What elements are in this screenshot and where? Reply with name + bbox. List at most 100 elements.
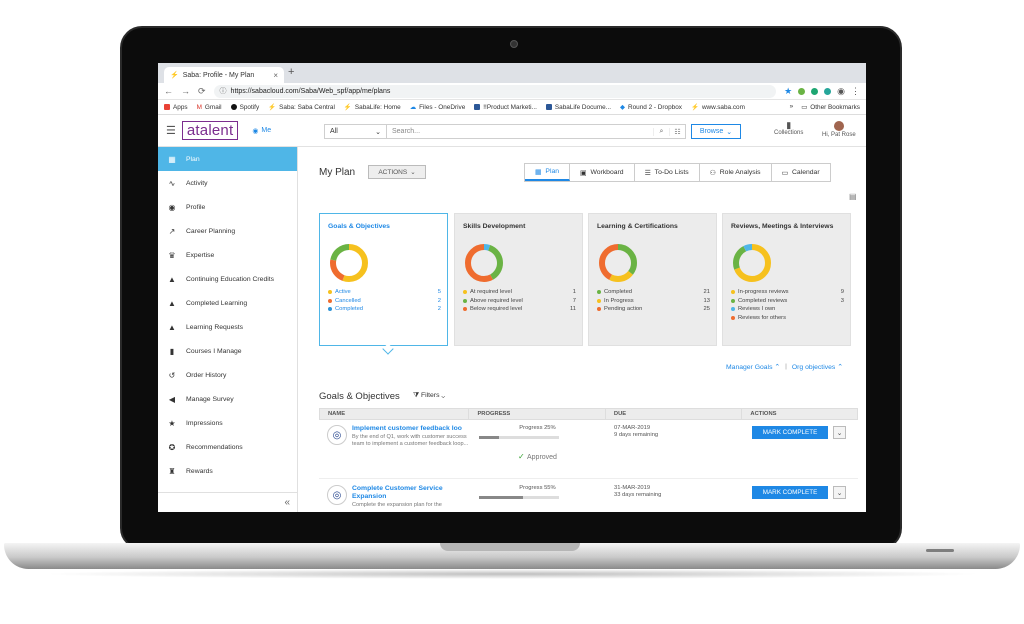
- card-title: Learning & Certifications: [597, 223, 678, 230]
- bookmark-saba-com[interactable]: ⚡ www.saba.com: [691, 103, 745, 112]
- bookmark-gmail[interactable]: M Gmail: [197, 104, 222, 111]
- search-scope-select[interactable]: All ⌄: [325, 125, 387, 138]
- back-icon[interactable]: ←: [164, 86, 173, 96]
- legend-row[interactable]: In Progress 13: [597, 297, 710, 306]
- sidebar-item-activity[interactable]: ∿ Activity: [158, 171, 297, 195]
- bookmark-sabalife-home[interactable]: ⚡ SabaLife: Home: [344, 103, 401, 112]
- legend-row[interactable]: Completed reviews 3: [731, 297, 844, 306]
- more-actions-dropdown[interactable]: ⌄: [833, 486, 846, 499]
- bookmark-apps[interactable]: Apps: [164, 104, 188, 111]
- reload-icon[interactable]: ⟳: [198, 86, 206, 97]
- sidebar-item-manage-survey[interactable]: ◀ Manage Survey: [158, 387, 297, 411]
- org-objectives-link[interactable]: Org objectives ⌃: [792, 363, 843, 371]
- manager-goals-link[interactable]: Manager Goals ⌃: [726, 363, 780, 371]
- bookmark-saba-central[interactable]: ⚡ Saba: Saba Central: [268, 103, 335, 112]
- column-header-due[interactable]: DUE: [606, 409, 743, 419]
- legend-row[interactable]: Completed 21: [597, 288, 710, 297]
- legend-row[interactable]: Reviews for others: [731, 314, 844, 323]
- bookmark-sabalife-docs[interactable]: SabaLife Docume...: [545, 104, 611, 111]
- goal-title-link[interactable]: Complete Customer Service Expansion: [352, 485, 469, 501]
- collections-button[interactable]: ▮ Collections: [774, 121, 803, 137]
- legend-row[interactable]: At required level 1: [463, 288, 576, 297]
- legend-row[interactable]: Cancelled 2: [328, 297, 441, 306]
- bookmark-product-marketing[interactable]: !!Product Marketi...: [474, 104, 537, 111]
- bookmark-onedrive[interactable]: ☁ Files - OneDrive: [410, 103, 466, 112]
- legend-row[interactable]: Above required level 7: [463, 297, 576, 306]
- legend-row[interactable]: Active 5: [328, 288, 441, 297]
- sidebar-item-order-history[interactable]: ↺ Order History: [158, 363, 297, 387]
- bookmark-spotify[interactable]: Spotify: [230, 104, 259, 111]
- atalent-logo[interactable]: atalent: [181, 121, 239, 140]
- mark-complete-button[interactable]: MARK COMPLETE: [752, 486, 828, 499]
- sidebar-item-profile[interactable]: ◉ Profile: [158, 195, 297, 219]
- new-tab-icon[interactable]: +: [288, 66, 294, 78]
- trending-up-icon: ↗: [168, 226, 176, 236]
- more-bookmarks-icon[interactable]: »: [790, 103, 794, 111]
- browse-button[interactable]: Browse ⌄: [691, 124, 741, 139]
- close-tab-icon[interactable]: ×: [273, 71, 278, 80]
- column-header-progress[interactable]: PROGRESS: [469, 409, 606, 419]
- summary-card[interactable]: Learning & Certifications Completed 21 In P…: [588, 213, 717, 346]
- sidebar-item-impressions[interactable]: ★ Impressions: [158, 411, 297, 435]
- legend-row[interactable]: Completed 2: [328, 305, 441, 314]
- legend-row[interactable]: Pending action 25: [597, 305, 710, 314]
- search-input[interactable]: Search...: [387, 128, 653, 135]
- extension-icon[interactable]: [811, 87, 819, 95]
- user-menu[interactable]: Hi, Pat Rose: [822, 121, 856, 139]
- summary-card[interactable]: Skills Development At required level 1 Abov…: [454, 213, 583, 346]
- legend-label: In Progress: [604, 297, 634, 304]
- sidebar-item-label: Rewards: [186, 467, 213, 475]
- advanced-search-icon[interactable]: ☷: [669, 127, 685, 136]
- collapse-sidebar-icon[interactable]: «: [158, 492, 298, 512]
- chevron-down-icon: ⌄: [410, 169, 416, 176]
- browser-tab[interactable]: ⚡ Saba: Profile - My Plan ×: [164, 67, 284, 83]
- sidebar-item-courses-i-manage[interactable]: ▮ Courses I Manage: [158, 339, 297, 363]
- column-header-name[interactable]: NAME: [320, 409, 470, 419]
- extension-icon[interactable]: [798, 87, 806, 95]
- legend-label: Cancelled: [335, 297, 361, 304]
- me-link[interactable]: ◉ Me: [252, 127, 271, 135]
- legend-dot: [463, 307, 467, 312]
- profile-icon[interactable]: ◉: [837, 86, 845, 97]
- search-icon[interactable]: ⌕: [653, 127, 669, 136]
- hamburger-icon[interactable]: ☰: [166, 124, 176, 137]
- sidebar-item-career-planning[interactable]: ↗ Career Planning: [158, 219, 297, 243]
- summary-card[interactable]: Reviews, Meetings & Interviews In-progres…: [722, 213, 851, 346]
- url-field[interactable]: ⓘ https://sabacloud.com/Saba/Web_spf/app…: [213, 84, 777, 98]
- tab-to-do-lists[interactable]: ☰ To-Do Lists: [635, 164, 700, 181]
- other-bookmarks[interactable]: ▭ Other Bookmarks: [801, 103, 860, 112]
- sidebar-item-continuing-education-credits[interactable]: ▲ Continuing Education Credits: [158, 267, 297, 291]
- legend-label: Completed reviews: [738, 297, 788, 304]
- sidebar-item-completed-learning[interactable]: ▲ Completed Learning: [158, 291, 297, 315]
- actions-dropdown[interactable]: ACTIONS ⌄: [368, 165, 426, 179]
- extension-icon[interactable]: [824, 87, 832, 95]
- tab-calendar[interactable]: ▭ Calendar: [772, 164, 830, 181]
- legend-row[interactable]: In-progress reviews 9: [731, 288, 844, 297]
- tab-workboard[interactable]: ▣ Workboard: [570, 164, 635, 181]
- sidebar-item-plan[interactable]: ▦ Plan: [158, 147, 297, 171]
- card-title: Reviews, Meetings & Interviews: [731, 223, 834, 230]
- sidebar-item-rewards[interactable]: ♜ Rewards: [158, 459, 297, 483]
- sidebar-item-expertise[interactable]: ♛ Expertise: [158, 243, 297, 267]
- filters-dropdown[interactable]: ⧩ Filters ⌄: [413, 392, 445, 400]
- legend-row[interactable]: Below required level 11: [463, 305, 576, 314]
- menu-kebab-icon[interactable]: ⋮: [851, 86, 860, 97]
- star-icon[interactable]: ★: [784, 86, 792, 97]
- more-actions-dropdown[interactable]: ⌄: [833, 426, 846, 439]
- chevron-up-icon: ⌃: [837, 364, 843, 371]
- sidebar-item-recommendations[interactable]: ✪ Recommendations: [158, 435, 297, 459]
- legend-label: At required level: [470, 289, 512, 295]
- mark-complete-button[interactable]: MARK COMPLETE: [752, 426, 828, 439]
- view-tabs: ▦ Plan ▣ Workboard ☰ To-Do Lists ⚇ Role Analysi…: [524, 163, 831, 182]
- sidebar-item-learning-requests[interactable]: ▲ Learning Requests: [158, 315, 297, 339]
- legend-row[interactable]: Reviews I own: [731, 305, 844, 314]
- bookmark-dropbox[interactable]: ◆ Round 2 - Dropbox: [620, 103, 682, 112]
- goal-title-link[interactable]: Implement customer feedback loo: [352, 425, 469, 433]
- forward-icon[interactable]: →: [181, 86, 190, 96]
- document-icon[interactable]: ▤: [849, 192, 857, 201]
- summary-card[interactable]: Goals & Objectives Active 5 Cancelled 2 Compl…: [319, 213, 448, 355]
- tab-plan[interactable]: ▦ Plan: [525, 164, 571, 181]
- tab-role-analysis[interactable]: ⚇ Role Analysis: [700, 164, 772, 181]
- progress-label: Progress 55%: [519, 485, 556, 491]
- crown-icon: ♛: [168, 250, 176, 260]
